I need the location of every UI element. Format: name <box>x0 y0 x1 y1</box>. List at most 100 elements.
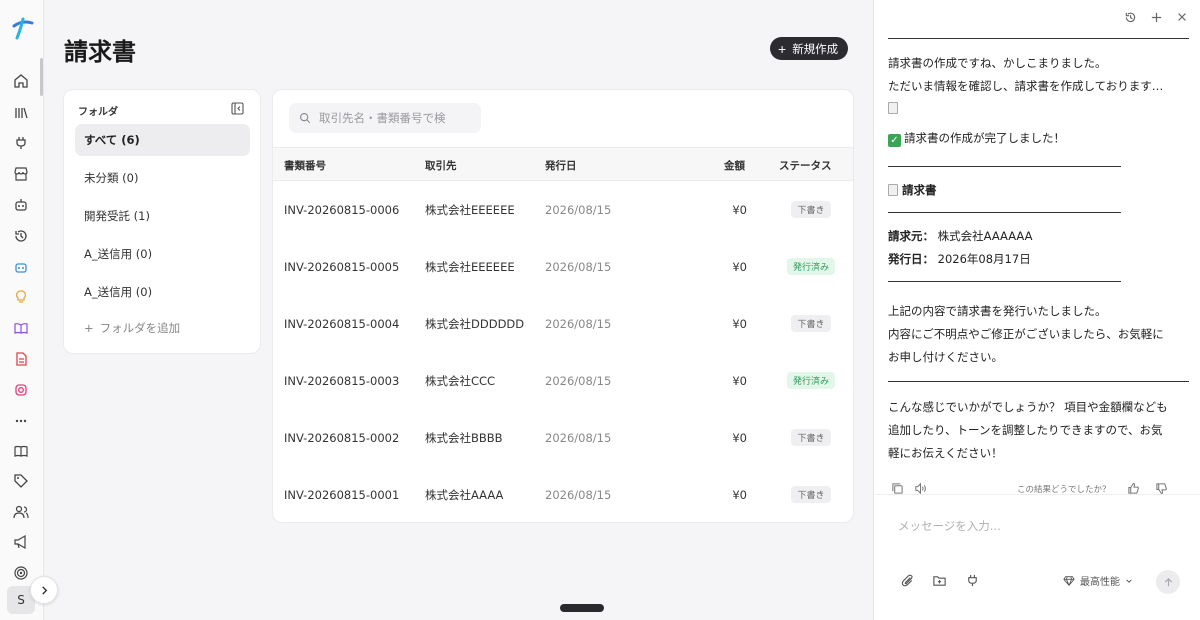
send-button[interactable] <box>1156 570 1180 594</box>
amount: ¥0 <box>732 430 747 445</box>
column-header-status[interactable]: ステータス <box>779 148 832 182</box>
home-icon[interactable] <box>10 70 32 92</box>
divider <box>888 166 1121 167</box>
new-invoice-button[interactable]: + 新規作成 <box>770 37 849 60</box>
status-badge: 下書き <box>791 201 831 218</box>
chat-text: こんな感じでいかがでしょうか？ 項目や金額欄なども <box>888 400 1168 414</box>
document-icon <box>888 101 902 115</box>
chat-heading: 請求書 <box>888 182 937 198</box>
document-icon[interactable] <box>10 348 32 370</box>
folder-item-send-a-2[interactable]: A_送信用 (0) <box>75 276 250 308</box>
issue-date: 2026/08/15 <box>545 316 612 331</box>
instagram-icon[interactable] <box>10 379 32 401</box>
status-badge: 下書き <box>791 486 831 503</box>
bot-icon[interactable] <box>10 194 32 216</box>
attach-icon[interactable] <box>900 573 916 589</box>
plug-icon[interactable] <box>10 132 32 154</box>
status-cell: 下書き <box>779 181 843 238</box>
status-cell: 発行済み <box>779 352 843 409</box>
column-header-amount[interactable]: 金額 <box>724 148 745 182</box>
amount: ¥0 <box>732 316 747 331</box>
history-icon[interactable] <box>10 225 32 247</box>
invoice-number: INV-20260815-0002 <box>284 430 400 445</box>
new-chat-icon[interactable] <box>1150 11 1164 25</box>
divider <box>888 281 1121 282</box>
tag-icon[interactable] <box>10 470 32 492</box>
table-row[interactable]: INV-20260815-0004 株式会社DDDDDD 2026/08/15 ¥0 下… <box>273 295 853 352</box>
table-row[interactable]: INV-20260815-0001 株式会社AAAA 2026/08/15 ¥0 下書き <box>273 466 853 522</box>
folder-item-dev-contract[interactable]: 開発受託 (1) <box>75 200 250 232</box>
page-title: 請求書 <box>64 38 136 66</box>
search-input[interactable] <box>319 111 469 125</box>
users-icon[interactable] <box>10 501 32 523</box>
status-cell: 発行済み <box>779 238 843 295</box>
megaphone-icon[interactable] <box>10 531 32 553</box>
chat-text: 請求書の作成ですね、かしこまりました。 <box>888 56 1107 70</box>
assistant-icon[interactable] <box>10 256 32 278</box>
expand-sidebar-button[interactable] <box>30 576 58 604</box>
client-name: 株式会社EEEEEE <box>425 202 515 217</box>
issue-date: 2026/08/15 <box>545 487 612 502</box>
invoice-table-card: 書類番号 取引先 発行日 金額 ステータス INV-20260815-0006 株… <box>272 89 854 523</box>
model-selector[interactable]: 最高性能 <box>1063 573 1133 588</box>
app-logo-icon[interactable] <box>8 14 36 42</box>
document-icon <box>888 184 898 196</box>
plug-icon[interactable] <box>965 573 981 589</box>
chat-from: 請求元： 株式会社AAAAAA <box>888 229 1033 243</box>
table-row[interactable]: INV-20260815-0005 株式会社EEEEEE 2026/08/15 ¥0 発… <box>273 238 853 295</box>
assistant-chat-panel: 請求書の作成ですね、かしこまりました。 ただいま情報を確認し、請求書を作成してお… <box>873 0 1200 620</box>
status-cell: 下書き <box>779 295 843 352</box>
table-row[interactable]: INV-20260815-0002 株式会社BBBB 2026/08/15 ¥0 下書き <box>273 409 853 466</box>
library-icon[interactable] <box>10 102 32 124</box>
invoice-number: INV-20260815-0003 <box>284 373 400 388</box>
folder-item-all[interactable]: すべて (6) <box>75 124 250 156</box>
status-cell: 下書き <box>779 466 843 522</box>
search-icon <box>299 112 311 124</box>
column-header-date[interactable]: 発行日 <box>545 148 577 182</box>
target-icon[interactable] <box>10 562 32 584</box>
client-name: 株式会社EEEEEE <box>425 259 515 274</box>
invoice-number: INV-20260815-0006 <box>284 202 400 217</box>
chevron-right-icon <box>41 585 47 595</box>
message-input[interactable] <box>898 519 1178 533</box>
more-icon[interactable] <box>10 410 32 432</box>
amount: ¥0 <box>732 202 747 217</box>
chat-done-line: ✓ 請求書の作成が完了しました！ <box>888 130 1065 147</box>
close-icon[interactable] <box>1176 11 1190 25</box>
table-row[interactable]: INV-20260815-0006 株式会社EEEEEE 2026/08/15 ¥0 下… <box>273 181 853 238</box>
book-icon[interactable] <box>10 317 32 339</box>
search-box[interactable] <box>289 103 481 133</box>
add-folder-button[interactable]: + フォルダを追加 <box>84 320 180 336</box>
chat-text: 軽にお伝えください！ <box>888 446 1003 460</box>
history-icon[interactable] <box>1124 11 1138 25</box>
lightbulb-icon[interactable] <box>10 286 32 308</box>
client-name: 株式会社AAAA <box>425 487 504 502</box>
folder-add-icon[interactable] <box>932 573 948 589</box>
client-name: 株式会社CCC <box>425 373 496 388</box>
diamond-icon <box>1063 575 1075 586</box>
chat-text: 内容にご不明点やご修正がございましたら、お気軽に <box>888 327 1164 341</box>
invoice-number: INV-20260815-0005 <box>284 259 400 274</box>
horizontal-scroll-handle[interactable] <box>560 604 604 612</box>
chevron-down-icon <box>1126 578 1132 583</box>
rail-scrollbar[interactable] <box>40 58 43 96</box>
column-header-number[interactable]: 書類番号 <box>284 148 326 182</box>
guide-icon[interactable] <box>10 440 32 462</box>
divider <box>888 38 1189 39</box>
folder-item-send-a[interactable]: A_送信用 (0) <box>75 238 250 270</box>
divider <box>888 381 1189 382</box>
invoice-number: INV-20260815-0004 <box>284 316 400 331</box>
issue-date: 2026/08/15 <box>545 373 612 388</box>
invoice-number: INV-20260815-0001 <box>284 487 400 502</box>
chat-text: お申し付けください。 <box>888 350 1003 364</box>
table-row[interactable]: INV-20260815-0003 株式会社CCC 2026/08/15 ¥0 発行済み <box>273 352 853 409</box>
status-badge: 下書き <box>791 429 831 446</box>
arrow-up-icon <box>1164 577 1172 586</box>
chat-composer: 最高性能 <box>874 494 1200 620</box>
store-icon[interactable] <box>10 163 32 185</box>
column-header-client[interactable]: 取引先 <box>425 148 457 182</box>
model-label: 最高性能 <box>1080 577 1120 588</box>
plus-icon: + <box>778 40 787 57</box>
folder-item-uncategorized[interactable]: 未分類 (0) <box>75 162 250 194</box>
collapse-panel-icon[interactable] <box>231 102 244 115</box>
